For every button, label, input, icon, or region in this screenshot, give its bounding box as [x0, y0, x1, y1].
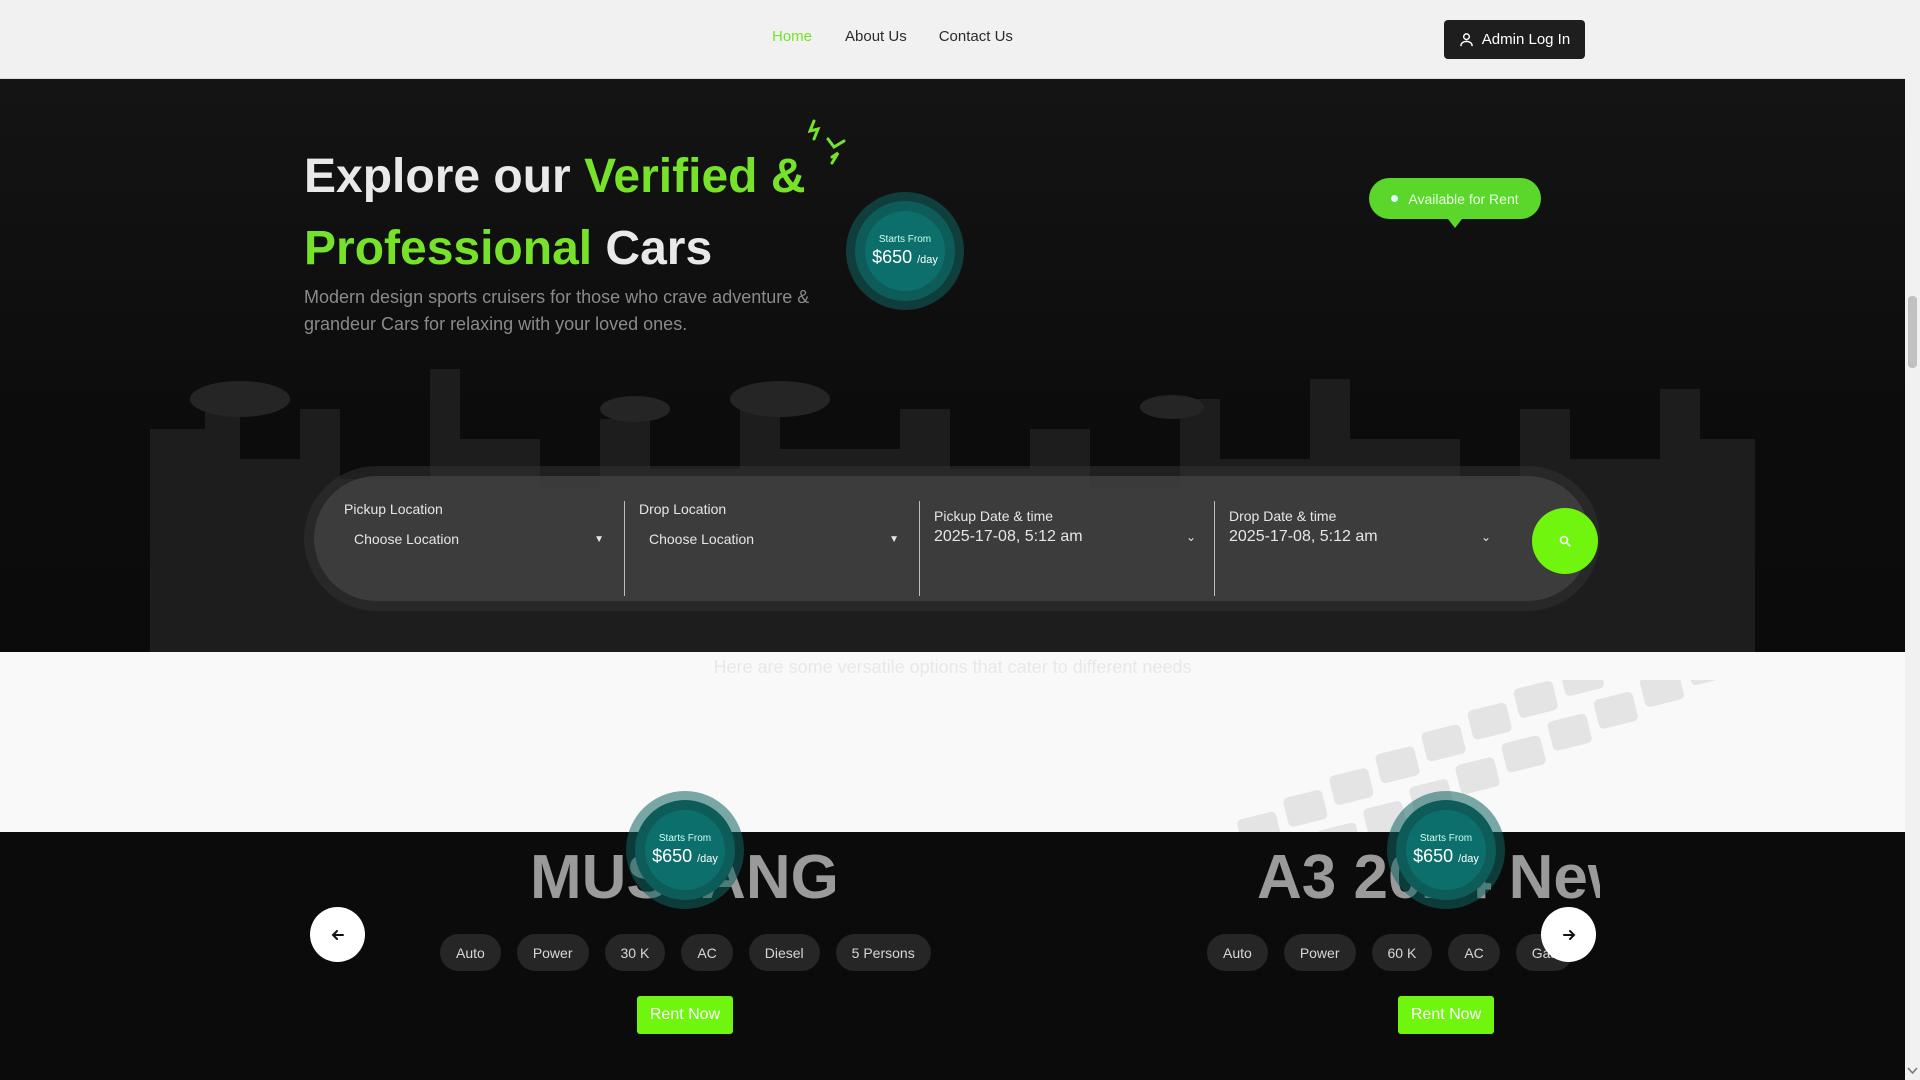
feature-pill: Diesel	[748, 934, 820, 971]
availability-label: Available for Rent	[1408, 190, 1519, 207]
rent-now-button[interactable]: Rent Now	[1398, 996, 1494, 1034]
feature-pill: Auto	[1207, 934, 1268, 971]
feature-pill: 30 K	[604, 934, 666, 971]
pickup-location-label: Pickup Location	[344, 501, 443, 517]
pickup-date-field[interactable]: Pickup Date & time 2025-17-08, 5:12 am ⌄	[934, 508, 1204, 603]
price-amount: $650 /day	[1413, 846, 1479, 866]
user-icon	[1459, 33, 1473, 47]
drop-location-value: Choose Location	[649, 531, 755, 547]
car-price-badge: Starts From $650 /day	[635, 800, 735, 900]
tire-track-decoration	[1191, 680, 1730, 840]
pickup-date-value: 2025-17-08, 5:12 am	[934, 528, 1083, 545]
drop-location-label: Drop Location	[639, 501, 727, 517]
price-label: Starts From	[1419, 833, 1473, 844]
drop-date-select[interactable]: 2025-17-08, 5:12 am ⌄	[1229, 528, 1491, 546]
nav-about-us[interactable]: About Us	[845, 28, 907, 45]
search-icon	[1559, 535, 1571, 547]
price-amount: $650 /day	[652, 846, 718, 866]
scroll-down-arrow-icon[interactable]	[1907, 1066, 1918, 1076]
feature-pill: 60 K	[1371, 934, 1433, 971]
admin-login-label: Admin Log In	[1481, 31, 1571, 48]
drop-date-field[interactable]: Drop Date & time 2025-17-08, 5:12 am ⌄	[1229, 508, 1499, 603]
drop-location-field[interactable]: Drop Location Choose Location ▼	[639, 501, 909, 596]
car-price-badge: Starts From $650 /day	[1396, 800, 1496, 900]
search-button[interactable]	[1532, 508, 1598, 574]
arrow-right-icon	[1562, 929, 1575, 940]
drop-date-value: 2025-17-08, 5:12 am	[1229, 528, 1378, 545]
booking-search-bar: Pickup Location Choose Location ▼ Drop L…	[314, 476, 1598, 603]
nav-home[interactable]: Home	[772, 28, 812, 45]
feature-pill: Power	[516, 934, 589, 971]
field-divider	[919, 501, 920, 596]
hero-title-part1: Explore our	[304, 150, 585, 203]
hero-title-highlight2: Professional	[304, 222, 593, 275]
admin-login-button[interactable]: Admin Log In	[1444, 20, 1585, 59]
pickup-location-field[interactable]: Pickup Location Choose Location ▼	[344, 501, 614, 596]
hero-subtitle: Modern design sports cruisers for those …	[304, 287, 810, 334]
car-features: Auto Power 30 K AC Diesel 5 Persons	[440, 934, 931, 971]
pickup-location-select[interactable]: Choose Location ▼	[354, 531, 604, 547]
hero-title: Explore our Verified & Professional Cars	[304, 141, 864, 285]
top-navbar: Home About Us Contact Us Admin Log In	[0, 0, 1905, 79]
chevron-down-icon: ⌄	[1480, 530, 1491, 544]
feature-pill: Power	[1283, 934, 1356, 971]
price-label: Starts From	[658, 833, 712, 844]
field-divider	[1214, 501, 1215, 596]
hero-section: Explore our Verified & Professional Cars…	[0, 79, 1905, 652]
search-panel: Pickup Location Choose Location ▼ Drop L…	[304, 466, 1600, 611]
status-dot-icon	[1391, 195, 1399, 202]
arrow-left-icon	[331, 929, 344, 940]
section-subtitle: Here are some versatile options that cat…	[713, 657, 1192, 677]
rent-now-button[interactable]: Rent Now	[637, 996, 733, 1034]
carousel-next-button[interactable]	[1541, 907, 1596, 962]
pickup-date-select[interactable]: 2025-17-08, 5:12 am ⌄	[934, 528, 1196, 546]
feature-pill: AC	[1448, 934, 1500, 971]
hero-title-part2: Cars	[592, 222, 713, 275]
scrollbar-thumb[interactable]	[1908, 296, 1917, 368]
field-divider	[624, 501, 625, 596]
drop-date-label: Drop Date & time	[1229, 508, 1337, 524]
car-features: Auto Power 60 K AC Gas	[1207, 934, 1574, 971]
nav-contact-us[interactable]: Contact Us	[939, 28, 1013, 45]
price-label: Starts From	[878, 234, 932, 245]
carousel-clip-edge	[1600, 832, 1905, 1080]
caret-down-icon: ▼	[889, 533, 899, 545]
feature-pill: 5 Persons	[835, 934, 931, 971]
page-scrollbar[interactable]	[1905, 0, 1920, 1080]
hero-title-highlight1: Verified &	[584, 150, 806, 203]
pickup-date-label: Pickup Date & time	[934, 508, 1054, 524]
drop-location-select[interactable]: Choose Location ▼	[649, 531, 899, 547]
main-nav: Home About Us Contact Us	[760, 28, 1045, 45]
carousel-prev-button[interactable]	[310, 907, 365, 962]
availability-badge: Available for Rent	[1369, 178, 1541, 228]
price-amount: $650 /day	[872, 247, 938, 267]
caret-down-icon: ▼	[594, 533, 604, 545]
pickup-location-value: Choose Location	[354, 531, 460, 547]
sparkle-decoration-icon	[808, 119, 846, 165]
feature-pill: AC	[681, 934, 733, 971]
feature-pill: Auto	[440, 934, 501, 971]
chevron-down-icon: ⌄	[1185, 530, 1196, 544]
hero-price-badge: Starts From $650 /day	[855, 201, 955, 301]
